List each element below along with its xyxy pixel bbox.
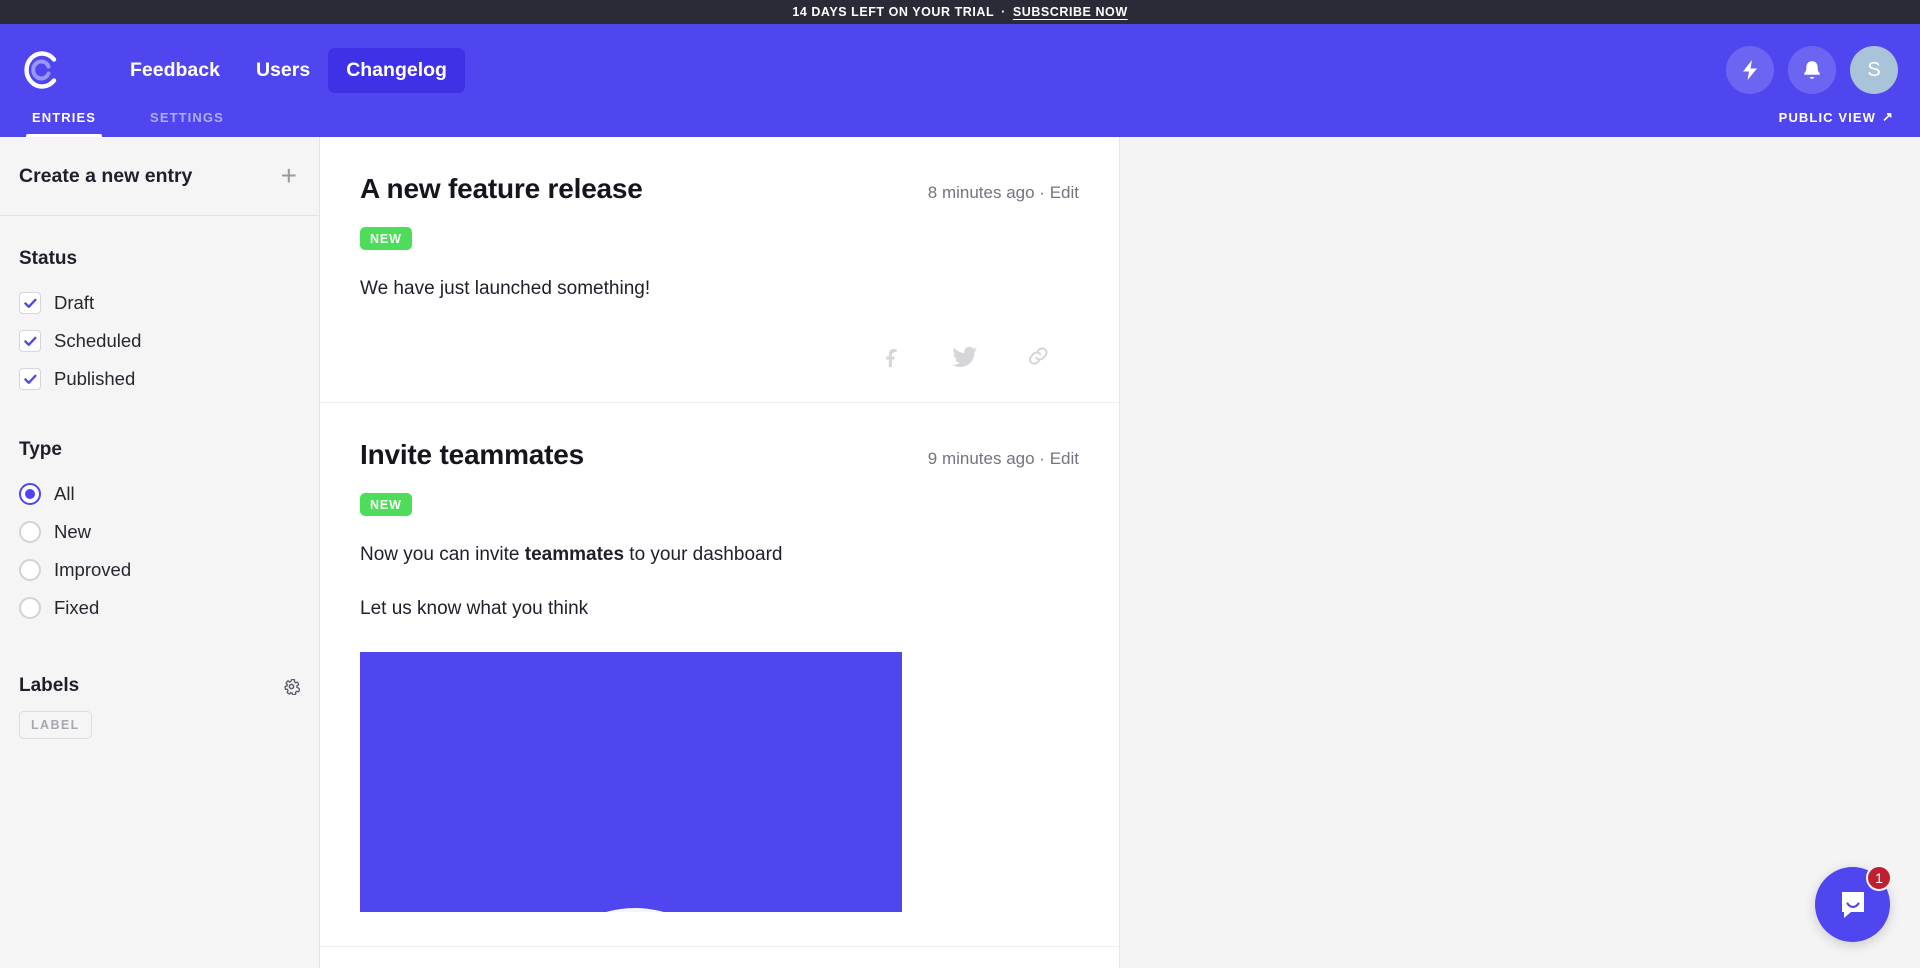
nav-link-feedback[interactable]: Feedback	[112, 48, 238, 93]
entry-meta: 9 minutes ago · Edit	[928, 449, 1079, 469]
entry-text: to your dashboard	[624, 543, 783, 565]
link-icon[interactable]	[1026, 344, 1051, 368]
entry-text: We have just launched something!	[360, 278, 651, 299]
entry-card[interactable]: Invite teammates 9 minutes ago · Edit NE…	[320, 403, 1119, 947]
entry-title: Invite teammates	[360, 438, 585, 470]
status-label-published: Published	[54, 368, 136, 389]
entry-edit-link[interactable]: Edit	[1050, 449, 1079, 468]
type-label-improved: Improved	[54, 559, 132, 580]
checkbox-icon[interactable]	[19, 368, 41, 390]
create-new-entry-label: Create a new entry	[19, 164, 193, 187]
canny-logo[interactable]	[18, 47, 64, 93]
public-view-label: PUBLIC VIEW	[1778, 109, 1876, 125]
labels-filter-title-row: Labels	[19, 675, 300, 697]
type-radio-new[interactable]: New	[19, 513, 300, 551]
workspace: Create a new entry + Status Draft Schedu…	[0, 137, 1920, 968]
external-link-icon: ↗	[1882, 109, 1894, 124]
entry-text: Let us know what you think	[360, 598, 589, 619]
twitter-icon[interactable]	[952, 344, 978, 368]
tab-settings[interactable]: SETTINGS	[144, 110, 230, 137]
entry-paragraph: Now you can invite teammates to your das…	[360, 541, 1079, 570]
entry-image	[360, 651, 902, 912]
checkbox-icon[interactable]	[19, 330, 41, 352]
radio-icon[interactable]	[19, 483, 41, 505]
plus-icon[interactable]: +	[281, 162, 297, 190]
status-badge: NEW	[360, 227, 412, 250]
trial-banner-separator: ·	[1001, 5, 1006, 19]
radio-icon[interactable]	[19, 559, 41, 581]
entry-paragraph: Let us know what you think	[360, 595, 1079, 624]
type-radio-improved[interactable]: Improved	[19, 551, 300, 589]
avatar[interactable]: S	[1850, 46, 1898, 94]
type-radio-fixed[interactable]: Fixed	[19, 589, 300, 627]
entries-list: A new feature release 8 minutes ago · Ed…	[320, 137, 1120, 968]
public-view-link[interactable]: PUBLIC VIEW ↗	[1779, 109, 1894, 137]
intercom-unread-badge: 1	[1866, 865, 1892, 891]
type-filter-group: Type All New Improved Fixed	[0, 439, 319, 627]
type-label-fixed: Fixed	[54, 597, 100, 618]
bell-icon[interactable]	[1788, 46, 1836, 94]
sidebar: Create a new entry + Status Draft Schedu…	[0, 137, 320, 968]
trial-banner-message: 14 DAYS LEFT ON YOUR TRIAL	[792, 5, 995, 19]
entry-edit-link[interactable]: Edit	[1050, 183, 1079, 202]
entry-title: A new feature release	[360, 173, 643, 204]
right-detail-pane: 1	[1120, 137, 1920, 968]
labels-filter-title: Labels	[19, 675, 80, 696]
type-filter-title: Type	[19, 439, 62, 460]
tab-entries[interactable]: ENTRIES	[26, 110, 103, 137]
radio-icon[interactable]	[19, 597, 41, 619]
status-checkbox-published[interactable]: Published	[19, 360, 300, 398]
entry-timestamp: 9 minutes ago	[927, 448, 1035, 468]
entry-meta-separator: ·	[1039, 448, 1045, 468]
type-radio-all[interactable]: All	[19, 475, 300, 513]
entry-body: We have just launched something!	[360, 275, 1079, 304]
top-navigation-bar: Feedback Users Changelog S ENTRIES SETTI…	[0, 24, 1920, 137]
entry-paragraph: We have just launched something!	[360, 275, 1079, 304]
share-row	[360, 344, 1079, 368]
entry-header: Invite teammates 9 minutes ago · Edit	[360, 439, 1079, 471]
status-filter-group: Status Draft Scheduled Published	[0, 248, 319, 398]
entry-timestamp: 8 minutes ago	[927, 183, 1035, 202]
status-checkbox-draft[interactable]: Draft	[19, 284, 300, 322]
sub-tab-bar: ENTRIES SETTINGS PUBLIC VIEW ↗	[0, 93, 1920, 137]
create-new-entry-row[interactable]: Create a new entry +	[0, 137, 319, 216]
entry-meta: 8 minutes ago · Edit	[928, 183, 1079, 203]
trial-banner: 14 DAYS LEFT ON YOUR TRIAL · SUBSCRIBE N…	[0, 0, 1920, 24]
intercom-messenger[interactable]: 1	[1815, 865, 1892, 942]
radio-icon[interactable]	[19, 521, 41, 543]
entry-body: Now you can invite teammates to your das…	[360, 541, 1079, 624]
lightning-icon[interactable]	[1726, 46, 1774, 94]
entry-card[interactable]: A new feature release 8 minutes ago · Ed…	[320, 137, 1119, 403]
entry-text: Now you can invite	[360, 543, 525, 565]
type-label-all: All	[54, 483, 75, 504]
facebook-icon[interactable]	[880, 344, 904, 368]
entry-text-bold: teammates	[524, 543, 625, 565]
status-label-draft: Draft	[54, 292, 95, 313]
status-filter-title: Status	[19, 248, 78, 269]
checkbox-icon[interactable]	[19, 292, 41, 314]
entry-meta-separator: ·	[1039, 183, 1045, 202]
status-checkbox-scheduled[interactable]: Scheduled	[19, 322, 300, 360]
gear-icon[interactable]	[283, 678, 300, 695]
type-label-new: New	[54, 521, 92, 542]
nav-link-changelog[interactable]: Changelog	[328, 47, 465, 93]
subscribe-now-link[interactable]: SUBSCRIBE NOW	[1013, 5, 1128, 19]
status-badge: NEW	[360, 492, 412, 516]
label-pill[interactable]: LABEL	[19, 711, 92, 739]
status-label-scheduled: Scheduled	[54, 330, 142, 351]
labels-filter-group: Labels LABEL	[0, 675, 319, 739]
nav-link-users[interactable]: Users	[238, 48, 328, 93]
entry-header: A new feature release 8 minutes ago · Ed…	[360, 173, 1079, 205]
